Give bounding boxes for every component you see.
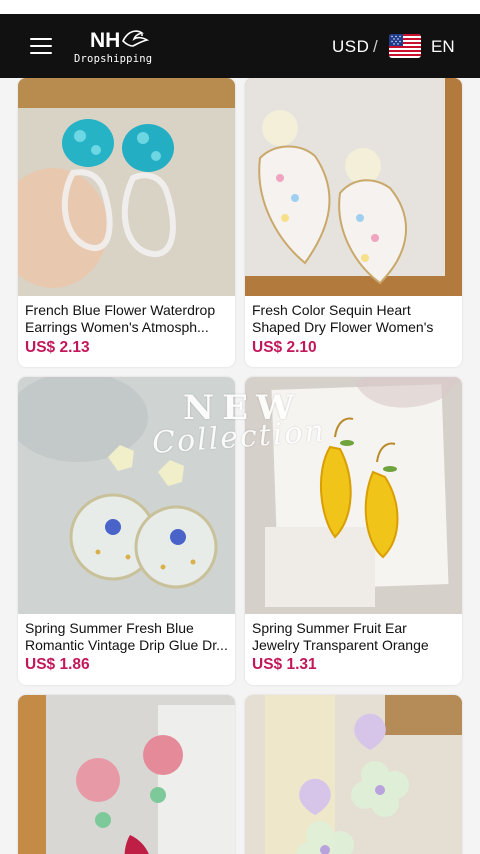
product-title[interactable]: French Blue Flower Waterdrop Earrings Wo…: [25, 302, 231, 336]
currency-selector[interactable]: USD: [332, 37, 369, 57]
product-image[interactable]: [18, 78, 235, 296]
language-selector[interactable]: EN: [431, 37, 455, 57]
site-header: NH Dropshipping USD / EN: [0, 14, 480, 78]
product-price: US$ 1.31: [252, 656, 317, 673]
header-divider: /: [373, 37, 378, 56]
product-card[interactable]: [245, 695, 462, 854]
product-price: US$ 2.13: [25, 339, 90, 356]
bird-logo-icon: [122, 30, 150, 47]
logo-subtitle: Dropshipping: [74, 53, 153, 65]
product-image[interactable]: [18, 695, 235, 854]
site-logo[interactable]: NH Dropshipping: [72, 27, 172, 67]
us-flag-icon[interactable]: [389, 34, 421, 58]
product-title[interactable]: Spring Summer Fruit Ear Jewelry Transpar…: [252, 620, 458, 654]
hamburger-menu-icon[interactable]: [30, 38, 52, 56]
product-card[interactable]: French Blue Flower Waterdrop Earrings Wo…: [18, 78, 235, 367]
product-title[interactable]: Spring Summer Fresh Blue Romantic Vintag…: [25, 620, 231, 654]
product-price: US$ 1.86: [25, 656, 90, 673]
product-image[interactable]: [245, 78, 462, 296]
product-card[interactable]: Fresh Color Sequin Heart Shaped Dry Flow…: [245, 78, 462, 367]
product-image[interactable]: [245, 695, 462, 854]
product-price: US$ 2.10: [252, 339, 317, 356]
product-card[interactable]: [18, 695, 235, 854]
logo-text: NH: [90, 29, 121, 52]
product-grid: French Blue Flower Waterdrop Earrings Wo…: [0, 78, 480, 854]
product-title[interactable]: Fresh Color Sequin Heart Shaped Dry Flow…: [252, 302, 458, 336]
status-bar-area: [0, 0, 480, 14]
